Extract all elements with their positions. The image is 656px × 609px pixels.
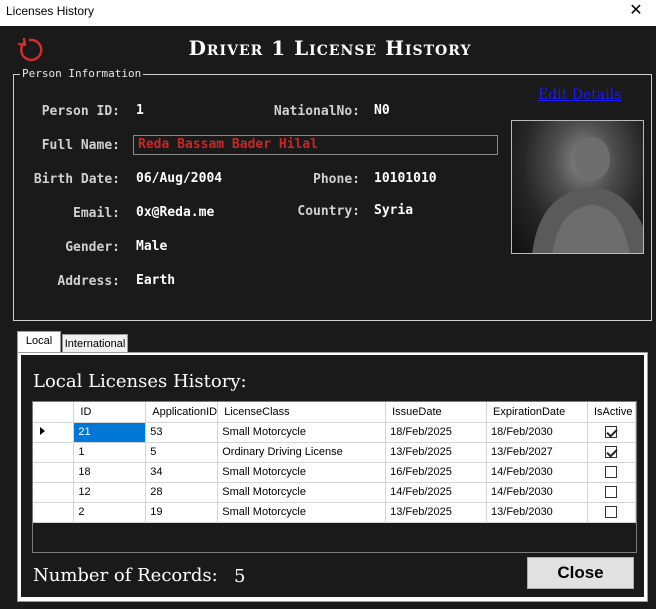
row-header[interactable]	[33, 442, 75, 463]
is-active-checkbox[interactable]	[605, 486, 618, 499]
table-row[interactable]: 1 5 Ordinary Driving License 13/Feb/2025 13/…	[33, 442, 637, 463]
full-name-value: Reda Bassam Bader Hilal	[138, 137, 319, 152]
cell-license-class[interactable]: Small Motorcycle	[217, 462, 387, 483]
column-header-issue-date[interactable]: IssueDate	[385, 402, 488, 423]
licenses-table[interactable]: ID ApplicationID LicenseClass IssueDate …	[33, 402, 637, 523]
address-value: Earth	[136, 273, 176, 288]
national-no-value: N0	[374, 103, 390, 118]
is-active-checkbox[interactable]	[605, 466, 618, 479]
records-count-value: 5	[234, 566, 246, 587]
row-header[interactable]	[33, 502, 75, 523]
row-header[interactable]	[33, 422, 75, 443]
table-row[interactable]: 21 53 Small Motorcycle 18/Feb/2025 18/Feb/20…	[33, 422, 637, 443]
cell-expiration-date[interactable]: 14/Feb/2030	[486, 462, 588, 483]
cell-id[interactable]: 18	[73, 462, 147, 483]
page-title: Driver 1 License History	[188, 36, 472, 60]
cell-expiration-date[interactable]: 13/Feb/2027	[486, 442, 588, 463]
cell-id[interactable]: 2	[73, 502, 147, 523]
cell-application-id[interactable]: 28	[145, 482, 219, 503]
person-information-legend: Person Information	[20, 67, 144, 80]
table-row[interactable]: 2 19 Small Motorcycle 13/Feb/2025 13/Feb/203…	[33, 502, 637, 523]
person-id-label: Person ID:	[41, 104, 120, 119]
cell-application-id[interactable]: 34	[145, 462, 219, 483]
window-close-button[interactable]: ✕	[616, 0, 656, 24]
is-active-checkbox[interactable]	[605, 426, 618, 439]
address-label: Address:	[57, 274, 120, 289]
column-header-application-id[interactable]: ApplicationID	[145, 402, 219, 423]
cell-id[interactable]: 21	[73, 422, 147, 443]
column-header-license-class[interactable]: LicenseClass	[217, 402, 387, 423]
is-active-checkbox[interactable]	[605, 446, 618, 459]
cell-expiration-date[interactable]: 18/Feb/2030	[486, 422, 588, 443]
row-header[interactable]	[33, 462, 75, 483]
tab-page-local: Local Licenses History: ID ApplicationID…	[17, 352, 648, 602]
license-history-form: Driver 1 License History Person Informat…	[0, 26, 656, 609]
column-header-expiration-date[interactable]: ExpirationDate	[486, 402, 588, 423]
table-header-row: ID ApplicationID LicenseClass IssueDate …	[33, 402, 637, 423]
person-silhouette	[532, 137, 643, 253]
cell-application-id[interactable]: 19	[145, 502, 219, 523]
records-count-label: Number of Records:	[33, 565, 218, 586]
full-name-field[interactable]: Reda Bassam Bader Hilal	[133, 135, 498, 155]
cell-license-class[interactable]: Small Motorcycle	[217, 482, 387, 503]
cell-issue-date[interactable]: 16/Feb/2025	[385, 462, 488, 483]
person-id-value: 1	[136, 103, 144, 118]
full-name-label: Full Name:	[41, 138, 120, 153]
cell-application-id[interactable]: 5	[145, 442, 219, 463]
cell-is-active[interactable]	[587, 462, 637, 483]
current-row-arrow-icon	[40, 427, 45, 435]
tab-local[interactable]: Local	[17, 331, 61, 353]
local-licenses-panel: Local Licenses History: ID ApplicationID…	[21, 355, 644, 597]
cell-issue-date[interactable]: 13/Feb/2025	[385, 442, 488, 463]
row-header[interactable]	[33, 482, 75, 503]
country-label: Country:	[297, 204, 360, 219]
cell-issue-date[interactable]: 18/Feb/2025	[385, 422, 488, 443]
birth-date-value: 06/Aug/2004	[136, 171, 223, 186]
cell-is-active[interactable]	[587, 482, 637, 503]
cell-application-id[interactable]: 53	[145, 422, 219, 443]
cell-issue-date[interactable]: 14/Feb/2025	[385, 482, 488, 503]
country-value: Syria	[374, 203, 414, 218]
gender-label: Gender:	[65, 240, 120, 255]
cell-license-class[interactable]: Small Motorcycle	[217, 502, 387, 523]
national-no-label: NationalNo:	[273, 104, 360, 119]
table-row[interactable]: 12 28 Small Motorcycle 14/Feb/2025 14/Feb/20…	[33, 482, 637, 503]
window-titlebar: Licenses History ✕	[0, 0, 656, 26]
cell-id[interactable]: 12	[73, 482, 147, 503]
cell-issue-date[interactable]: 13/Feb/2025	[385, 502, 488, 523]
email-label: Email:	[73, 206, 120, 221]
phone-label: Phone:	[313, 172, 360, 187]
column-header-is-active[interactable]: IsActive	[587, 402, 637, 423]
cell-expiration-date[interactable]: 14/Feb/2030	[486, 482, 588, 503]
cell-id[interactable]: 1	[73, 442, 147, 463]
cell-expiration-date[interactable]: 13/Feb/2030	[486, 502, 588, 523]
cell-license-class[interactable]: Ordinary Driving License	[217, 442, 387, 463]
licenses-grid[interactable]: ID ApplicationID LicenseClass IssueDate …	[32, 401, 637, 553]
row-header-corner	[33, 402, 75, 423]
email-value: 0x@Reda.me	[136, 205, 215, 220]
is-active-checkbox[interactable]	[605, 506, 618, 519]
gender-value: Male	[136, 239, 168, 254]
cell-is-active[interactable]	[587, 502, 637, 523]
person-photo	[511, 120, 644, 254]
tab-international[interactable]: International	[62, 334, 128, 354]
close-button[interactable]: Close	[527, 557, 634, 589]
column-header-id[interactable]: ID	[73, 402, 147, 423]
local-history-title: Local Licenses History:	[33, 371, 247, 392]
window-title: Licenses History	[6, 4, 95, 18]
table-row[interactable]: 18 34 Small Motorcycle 16/Feb/2025 14/Feb/20…	[33, 462, 637, 483]
birth-date-label: Birth Date:	[33, 172, 120, 187]
phone-value: 10101010	[374, 171, 437, 186]
cell-license-class[interactable]: Small Motorcycle	[217, 422, 387, 443]
cell-is-active[interactable]	[587, 422, 637, 443]
cell-is-active[interactable]	[587, 442, 637, 463]
edit-details-link[interactable]: Edit Details	[538, 87, 621, 103]
